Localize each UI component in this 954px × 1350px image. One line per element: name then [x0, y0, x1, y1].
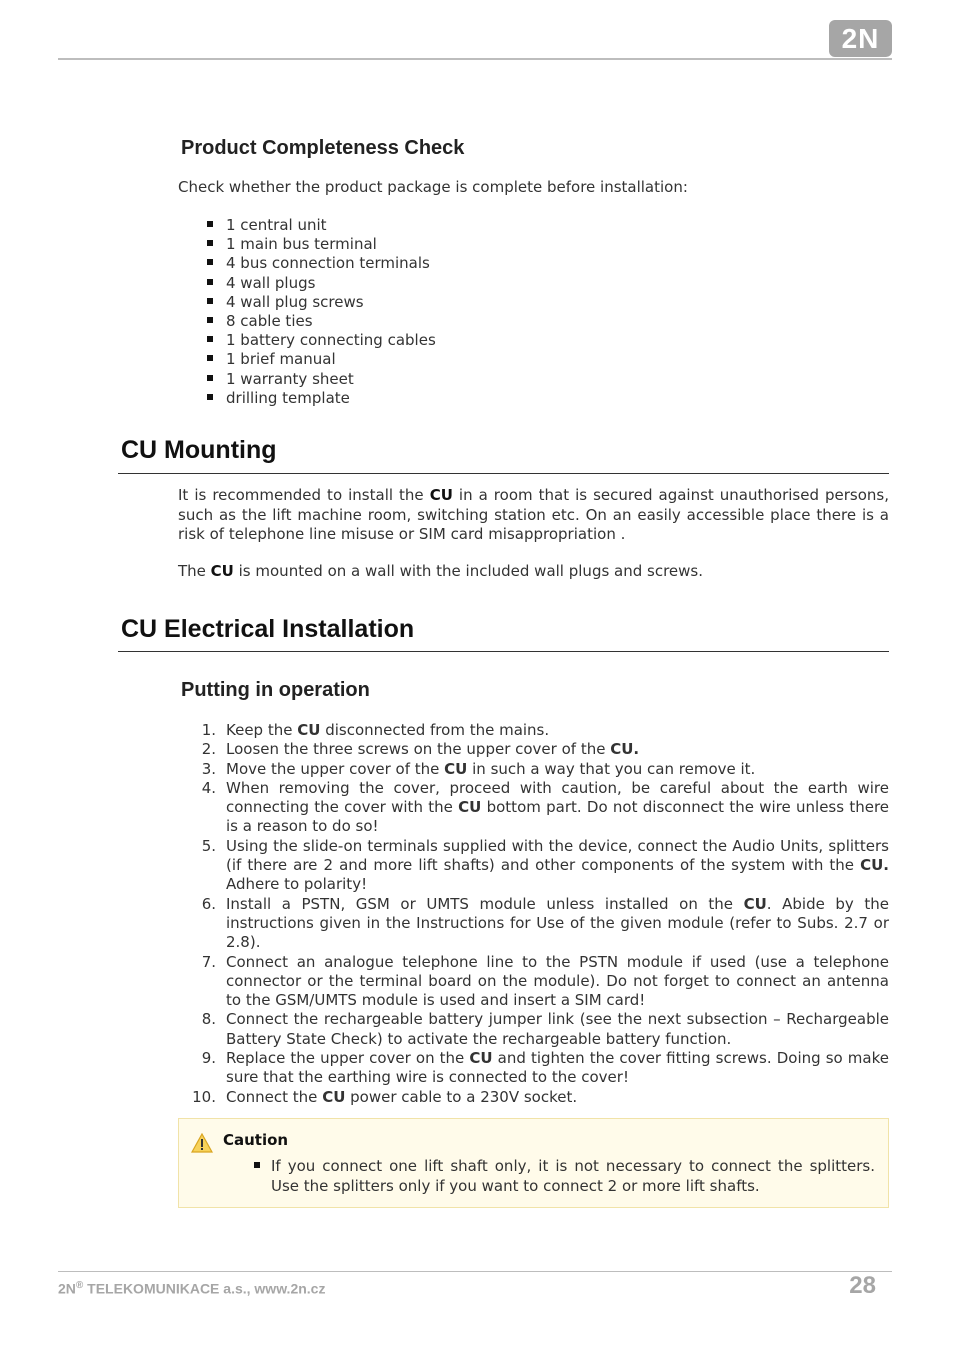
step-item: 3. Move the upper cover of the CU in such… [178, 760, 889, 779]
text: Replace the upper cover on the [226, 1049, 470, 1068]
step-number: 7. [201, 952, 216, 971]
cu-term: CU [469, 1049, 493, 1068]
text: Install a PSTN, GSM or UMTS module unles… [226, 894, 744, 913]
list-item: 4 bus connection terminals [206, 254, 436, 273]
mounting-paragraph-1: It is recommended to install the CU in a… [178, 486, 889, 545]
step-number: 9. [201, 1049, 216, 1068]
cu-term: CU [297, 721, 321, 739]
text: The [178, 562, 211, 580]
list-item: 1 brief manual [206, 350, 436, 369]
cu-term: CU [210, 562, 234, 580]
list-item: 1 main bus terminal [206, 235, 436, 254]
heading-rule [118, 473, 889, 474]
text: is mounted on a wall with the included w… [233, 562, 704, 580]
text: Connect an analogue telephone line to th… [226, 952, 889, 1010]
step-item: 1. Keep the CU disconnected from the main… [178, 721, 889, 740]
step-number: 3. [201, 759, 216, 778]
step-item: 9. Replace the upper cover on the CU and … [178, 1049, 889, 1088]
brand-logo: 2N [829, 20, 892, 57]
warning-icon [191, 1133, 213, 1153]
text: Adhere to polarity! [226, 875, 368, 894]
footer-divider [58, 1271, 892, 1272]
step-number: 2. [201, 740, 216, 759]
header-divider [58, 58, 892, 60]
step-item: 10. Connect the CU power cable to a 230V … [178, 1088, 889, 1107]
text: Move the upper cover of the [226, 759, 445, 778]
cu-term: CU [322, 1087, 346, 1106]
list-item: 1 central unit [206, 216, 436, 235]
footer-company: 2N® TELEKOMUNIKACE a.s., www.2n.cz [58, 1280, 325, 1297]
list-item: 4 wall plugs [206, 274, 436, 293]
caution-text: If you connect one lift shaft only, it i… [254, 1157, 875, 1195]
text: Keep the [226, 721, 298, 739]
caution-box: Caution If you connect one lift shaft on… [178, 1118, 889, 1208]
text: in such a way that you can remove it. [467, 759, 756, 778]
step-number: 5. [201, 836, 216, 855]
text: TELEKOMUNIKACE a.s., www.2n.cz [83, 1280, 326, 1297]
cu-term: CU [429, 486, 453, 504]
step-item: 6. Install a PSTN, GSM or UMTS module unl… [178, 895, 889, 953]
cu-term: CU. [610, 740, 640, 759]
cu-term: CU [743, 894, 767, 913]
installation-steps: 1. Keep the CU disconnected from the main… [178, 721, 889, 1107]
text: It is recommended to install the [178, 486, 430, 504]
cu-term: CU. [860, 856, 889, 875]
step-number: 4. [201, 778, 216, 797]
step-item: 8. Connect the rechargeable battery jumpe… [178, 1010, 889, 1049]
list-item: 8 cable ties [206, 312, 436, 331]
text: power cable to a 230V socket. [345, 1087, 578, 1106]
step-item: 2. Loosen the three screws on the upper c… [178, 740, 889, 759]
mounting-paragraph-2: The CU is mounted on a wall with the inc… [178, 562, 889, 582]
caution-title: Caution [223, 1131, 289, 1149]
list-item: 1 battery connecting cables [206, 331, 436, 350]
step-number: 8. [201, 1010, 216, 1029]
completeness-intro: Check whether the product package is com… [178, 178, 688, 196]
package-contents-list: 1 central unit 1 main bus terminal 4 bus… [206, 216, 436, 408]
list-item: 4 wall plug screws [206, 293, 436, 312]
cu-term: CU [444, 759, 468, 778]
heading-rule [118, 651, 889, 652]
step-item: 7. Connect an analogue telephone line to … [178, 953, 889, 1011]
page-number: 28 [849, 1272, 876, 1299]
list-item: 1 warranty sheet [206, 370, 436, 389]
step-number: 10. [192, 1087, 216, 1106]
cu-term: CU [458, 798, 482, 817]
text: disconnected from the mains. [320, 721, 550, 739]
text: Connect the [226, 1087, 323, 1106]
section-heading-mounting: CU Mounting [121, 436, 277, 464]
step-item: 5. Using the slide-on terminals supplied … [178, 837, 889, 895]
text: Connect the rechargeable battery jumper … [226, 1010, 889, 1048]
subsection-heading-operation: Putting in operation [181, 679, 370, 701]
step-number: 1. [201, 721, 216, 739]
list-item: drilling template [206, 389, 436, 408]
step-item: 4. When removing the cover, proceed with … [178, 779, 889, 837]
step-number: 6. [201, 894, 216, 913]
text: Using the slide-on terminals supplied wi… [226, 836, 889, 875]
section-heading-electrical: CU Electrical Installation [121, 615, 415, 643]
text: Loosen the three screws on the upper cov… [226, 740, 611, 759]
text: 2N [58, 1280, 76, 1297]
section-heading-completeness: Product Completeness Check [181, 137, 465, 159]
